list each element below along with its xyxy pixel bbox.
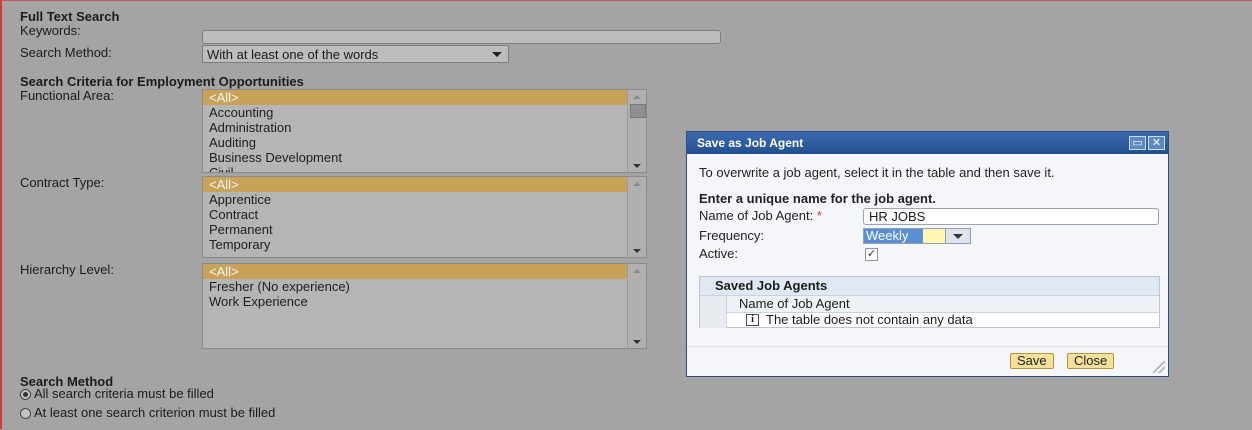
close-button[interactable]: Close bbox=[1067, 353, 1115, 369]
scroll-down-icon[interactable] bbox=[633, 340, 641, 344]
hierarchy-level-listbox[interactable]: <All> Fresher (No experience) Work Exper… bbox=[202, 263, 647, 349]
info-icon: i bbox=[746, 314, 759, 326]
dialog-subtitle: Enter a unique name for the job agent. bbox=[699, 191, 936, 206]
hierarchy-level-option[interactable]: Fresher (No experience) bbox=[203, 279, 646, 294]
active-label: Active: bbox=[699, 246, 739, 261]
empty-table-message: The table does not contain any data bbox=[766, 312, 973, 327]
radio-one-criterion-label[interactable]: At least one search criterion must be fi… bbox=[34, 405, 275, 420]
scroll-up-icon[interactable] bbox=[633, 95, 641, 99]
saved-job-agents-table: Saved Job Agents Name of Job Agent i The… bbox=[699, 276, 1160, 328]
search-method-label: Search Method: bbox=[20, 45, 112, 60]
contract-type-option[interactable]: Apprentice bbox=[203, 192, 646, 207]
criteria-title: Search Criteria for Employment Opportuni… bbox=[20, 74, 304, 89]
contract-type-label: Contract Type: bbox=[20, 175, 105, 190]
table-row: i The table does not contain any data bbox=[700, 312, 1159, 328]
search-method-value: With at least one of the words bbox=[207, 47, 379, 62]
full-text-search-title: Full Text Search bbox=[20, 9, 120, 24]
required-marker: * bbox=[816, 208, 822, 223]
functional-area-label: Functional Area: bbox=[20, 88, 114, 103]
contract-type-scrollbar[interactable] bbox=[627, 177, 646, 257]
active-checkbox[interactable]: ✓ bbox=[865, 248, 878, 261]
keywords-label: Keywords: bbox=[20, 23, 81, 38]
hierarchy-level-option[interactable]: <All> bbox=[203, 264, 646, 279]
dialog-titlebar[interactable]: Save as Job Agent bbox=[687, 132, 1168, 154]
functional-area-option[interactable]: Accounting bbox=[203, 105, 646, 120]
radio-one-criterion[interactable] bbox=[20, 408, 31, 419]
scroll-down-icon[interactable] bbox=[633, 249, 641, 253]
frequency-label: Frequency: bbox=[699, 228, 765, 243]
scroll-thumb[interactable] bbox=[630, 104, 646, 118]
functional-area-option[interactable]: <All> bbox=[203, 90, 646, 105]
maximize-icon[interactable]: ▭ bbox=[1129, 136, 1146, 150]
save-job-agent-dialog: Save as Job Agent ▭ ✕ To overwrite a job… bbox=[686, 131, 1169, 377]
close-icon[interactable]: ✕ bbox=[1148, 136, 1165, 150]
hierarchy-level-label: Hierarchy Level: bbox=[20, 262, 114, 277]
hierarchy-level-scrollbar[interactable] bbox=[627, 264, 646, 348]
functional-area-option[interactable]: Business Development bbox=[203, 150, 646, 165]
job-agent-name-input[interactable]: HR JOBS bbox=[863, 208, 1159, 225]
hierarchy-level-option[interactable]: Work Experience bbox=[203, 294, 646, 309]
scroll-up-icon[interactable] bbox=[633, 269, 641, 273]
contract-type-option[interactable]: Permanent bbox=[203, 222, 646, 237]
functional-area-scrollbar[interactable] bbox=[627, 90, 646, 172]
contract-type-option[interactable]: <All> bbox=[203, 177, 646, 192]
functional-area-option[interactable]: Auditing bbox=[203, 135, 646, 150]
search-method-select[interactable]: With at least one of the words bbox=[202, 45, 509, 63]
row-selector[interactable] bbox=[700, 312, 727, 328]
frequency-value: Weekly bbox=[864, 229, 923, 243]
functional-area-listbox[interactable]: <All> Accounting Administration Auditing… bbox=[202, 89, 647, 173]
contract-type-option[interactable]: Temporary bbox=[203, 237, 646, 252]
name-label-text: Name of Job Agent: bbox=[699, 208, 814, 223]
dialog-title: Save as Job Agent bbox=[697, 136, 804, 150]
functional-area-option[interactable]: Civil bbox=[203, 165, 646, 172]
radio-all-criteria[interactable] bbox=[20, 389, 31, 400]
name-label: Name of Job Agent: * bbox=[699, 208, 822, 223]
table-column-header: Name of Job Agent bbox=[700, 295, 1159, 313]
chevron-down-icon bbox=[953, 234, 963, 239]
resize-grip-icon[interactable] bbox=[1153, 361, 1165, 373]
footer-divider bbox=[687, 346, 1168, 347]
functional-area-option[interactable]: Administration bbox=[203, 120, 646, 135]
dialog-instruction: To overwrite a job agent, select it in t… bbox=[699, 165, 1055, 180]
scroll-down-icon[interactable] bbox=[633, 164, 641, 168]
chevron-down-icon bbox=[492, 52, 502, 57]
frequency-select[interactable]: Weekly bbox=[863, 228, 971, 244]
keywords-input[interactable] bbox=[202, 30, 721, 44]
frequency-dropdown-button[interactable] bbox=[945, 229, 970, 243]
contract-type-option[interactable]: Contract bbox=[203, 207, 646, 222]
save-button[interactable]: Save bbox=[1010, 353, 1054, 369]
contract-type-listbox[interactable]: <All> Apprentice Contract Permanent Temp… bbox=[202, 176, 647, 258]
radio-all-criteria-label[interactable]: All search criteria must be filled bbox=[34, 386, 214, 401]
column-name-of-job-agent[interactable]: Name of Job Agent bbox=[739, 296, 850, 312]
scroll-up-icon[interactable] bbox=[633, 182, 641, 186]
select-all-cell[interactable] bbox=[700, 296, 727, 312]
table-title: Saved Job Agents bbox=[700, 277, 1159, 295]
